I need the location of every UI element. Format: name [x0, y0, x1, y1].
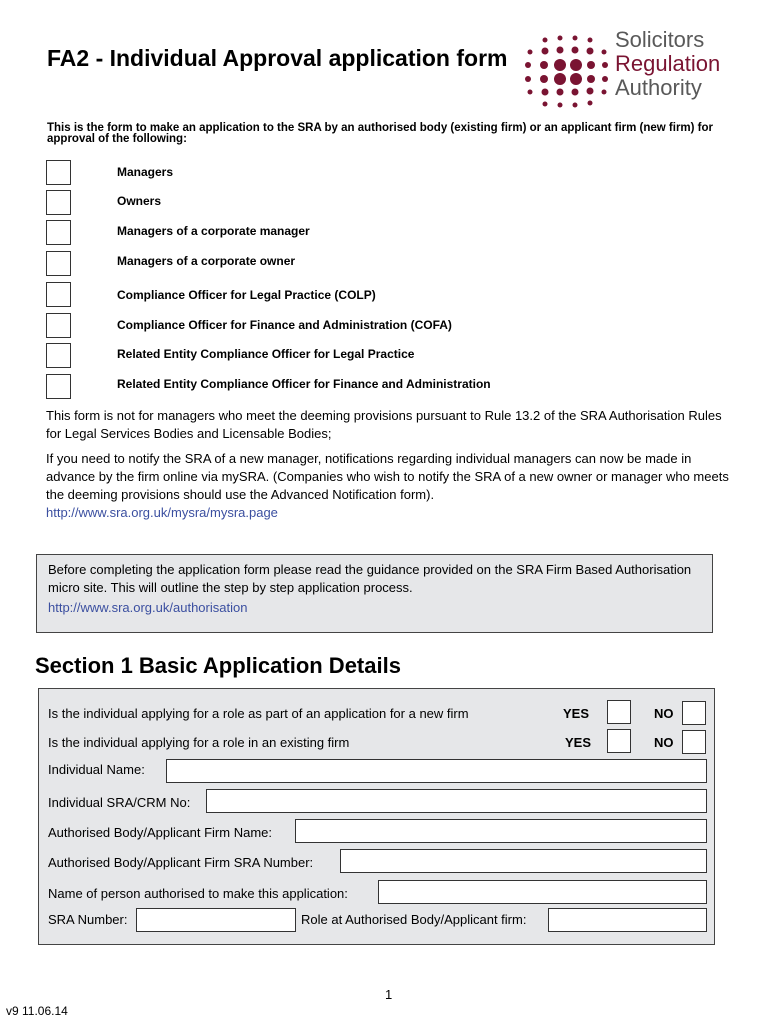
logo-line-regulation: Regulation — [615, 51, 721, 76]
page-number: 1 — [385, 987, 393, 1002]
question-new-firm: Is the individual applying for a role as… — [48, 706, 469, 721]
guidance-box: Before completing the application form p… — [36, 554, 713, 633]
checkbox-colp[interactable] — [46, 282, 71, 307]
checkbox-managers[interactable] — [46, 160, 71, 185]
checkbox-cofa[interactable] — [46, 313, 71, 338]
guidance-text: Before completing the application form p… — [48, 562, 692, 595]
firm-sra-number-field[interactable] — [340, 849, 707, 873]
label-colp: Compliance Officer for Legal Practice (C… — [117, 288, 376, 302]
role-field[interactable] — [548, 908, 707, 932]
form-title: FA2 - Individual Approval application fo… — [47, 45, 508, 71]
version-label: v9 11.06.14 — [6, 1004, 68, 1018]
sra-number-label: SRA Number: — [48, 912, 128, 927]
intro-text: This is the form to make an application … — [47, 122, 714, 145]
checkbox-related-cofa[interactable] — [46, 374, 71, 399]
yes-label-new-firm: YES — [563, 706, 590, 721]
yes-label-existing-firm: YES — [565, 735, 592, 750]
yes-checkbox-existing-firm[interactable] — [607, 729, 631, 753]
individual-name-field[interactable] — [166, 759, 707, 783]
logo-line-authority: Authority — [615, 75, 702, 100]
sra-crm-no-field[interactable] — [206, 789, 707, 813]
sra-number-field[interactable] — [136, 908, 296, 932]
firm-name-label: Authorised Body/Applicant Firm Name: — [48, 825, 272, 840]
firm-name-field[interactable] — [295, 819, 707, 843]
sra-crm-no-label: Individual SRA/CRM No: — [48, 795, 191, 810]
sra-logo: Solicitors Regulation Authority — [520, 26, 730, 108]
label-managers-corporate-owner: Managers of a corporate owner — [117, 254, 296, 268]
notify-note: If you need to notify the SRA of a new m… — [46, 451, 729, 502]
logo-text: Solicitors Regulation Authority — [615, 28, 720, 100]
authorisation-link[interactable]: http://www.sra.org.uk/authorisation — [48, 600, 247, 615]
role-label: Role at Authorised Body/Applicant firm: — [301, 912, 527, 927]
mysra-link[interactable]: http://www.sra.org.uk/mysra/mysra.page — [46, 505, 278, 520]
label-related-colp: Related Entity Compliance Officer for Le… — [117, 347, 415, 361]
individual-name-label: Individual Name: — [48, 762, 145, 777]
section-1-box: Is the individual applying for a role as… — [38, 688, 715, 945]
no-label-existing-firm: NO — [654, 735, 674, 750]
sra-dots-icon — [525, 35, 608, 108]
checkbox-managers-corporate-owner[interactable] — [46, 251, 71, 276]
no-checkbox-new-firm[interactable] — [682, 701, 706, 725]
checkbox-managers-corporate-manager[interactable] — [46, 220, 71, 245]
yes-checkbox-new-firm[interactable] — [607, 700, 631, 724]
deeming-note: This form is not for managers who meet t… — [46, 408, 722, 441]
label-managers: Managers — [117, 165, 174, 179]
authorised-person-field[interactable] — [378, 880, 707, 904]
no-label-new-firm: NO — [654, 706, 674, 721]
label-owners: Owners — [117, 194, 162, 208]
label-cofa: Compliance Officer for Finance and Admin… — [117, 318, 452, 332]
checkbox-related-colp[interactable] — [46, 343, 71, 368]
label-managers-corporate-manager: Managers of a corporate manager — [117, 224, 310, 238]
logo-line-solicitors: Solicitors — [615, 27, 705, 52]
no-checkbox-existing-firm[interactable] — [682, 730, 706, 754]
firm-sra-number-label: Authorised Body/Applicant Firm SRA Numbe… — [48, 855, 314, 870]
question-existing-firm: Is the individual applying for a role in… — [48, 735, 350, 750]
authorised-person-label: Name of person authorised to make this a… — [48, 886, 348, 901]
label-related-cofa: Related Entity Compliance Officer for Fi… — [117, 377, 491, 391]
checkbox-owners[interactable] — [46, 190, 71, 215]
section-1-title: Section 1 Basic Application Details — [35, 653, 401, 678]
